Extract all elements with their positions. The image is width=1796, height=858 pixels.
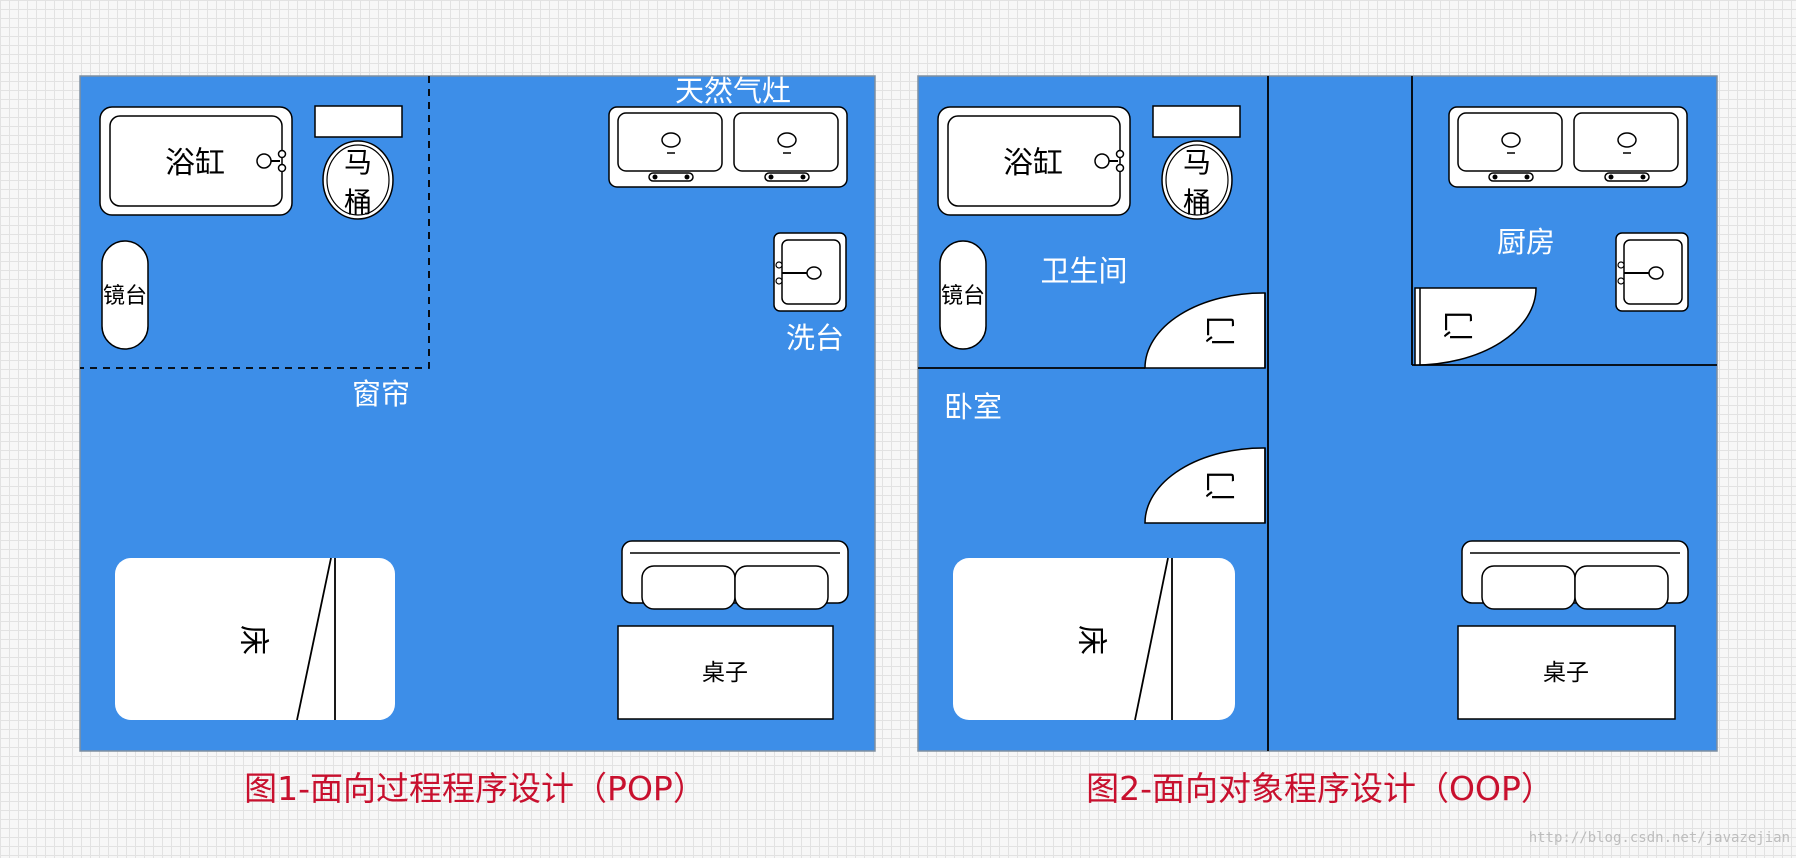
sofa <box>621 540 849 610</box>
toilet-tank <box>1152 105 1241 138</box>
door-label: 门 <box>1205 316 1240 346</box>
plan1: 浴缸 马 桶 镜台 天然气灶 洗台 窗帘 床 桌子 <box>79 74 876 752</box>
door-label: 门 <box>1443 311 1478 341</box>
floor-plan-figure: 浴缸 马 桶 镜台 天然气灶 洗台 窗帘 床 桌子 浴缸 马 桶 镜台 卫生间 … <box>79 74 1790 846</box>
gas-stove-label: 天然气灶 <box>675 74 791 108</box>
plan2-caption: 图2-面向对象程序设计（OOP） <box>1086 769 1554 808</box>
table-label: 桌子 <box>702 660 748 686</box>
bathtub-label: 浴缸 <box>1003 146 1063 181</box>
mirror-label: 镜台 <box>103 284 147 309</box>
curtain-label: 窗帘 <box>352 377 410 411</box>
plan2: 浴缸 马 桶 镜台 卫生间 门 卧室 门 床 厨房 门 桌子 <box>917 75 1718 752</box>
toilet-label-line2: 桶 <box>1183 186 1211 219</box>
sink-label: 洗台 <box>786 321 844 355</box>
bedroom-label: 卧室 <box>944 390 1002 424</box>
wash-sink <box>773 232 847 312</box>
mirror-label: 镜台 <box>941 284 985 309</box>
bathroom-label: 卫生间 <box>1040 254 1127 288</box>
kitchen-label: 厨房 <box>1497 225 1555 259</box>
toilet-tank <box>314 105 403 138</box>
toilet-label-line1: 马 <box>1183 146 1211 179</box>
door-label: 门 <box>1205 471 1240 501</box>
table-label: 桌子 <box>1543 660 1589 686</box>
gas-stove <box>1448 106 1688 188</box>
wash-sink <box>1615 232 1689 312</box>
bed-label: 床 <box>236 625 271 655</box>
toilet-label-line2: 桶 <box>344 186 372 219</box>
plan1-caption: 图1-面向过程程序设计（POP） <box>244 769 706 808</box>
bed-label: 床 <box>1074 625 1109 655</box>
gas-stove <box>608 106 848 188</box>
sofa <box>1461 540 1689 610</box>
watermark: http://blog.csdn.net/javazejian <box>1529 830 1790 846</box>
bathtub-label: 浴缸 <box>165 146 225 181</box>
toilet-label-line1: 马 <box>344 146 372 179</box>
